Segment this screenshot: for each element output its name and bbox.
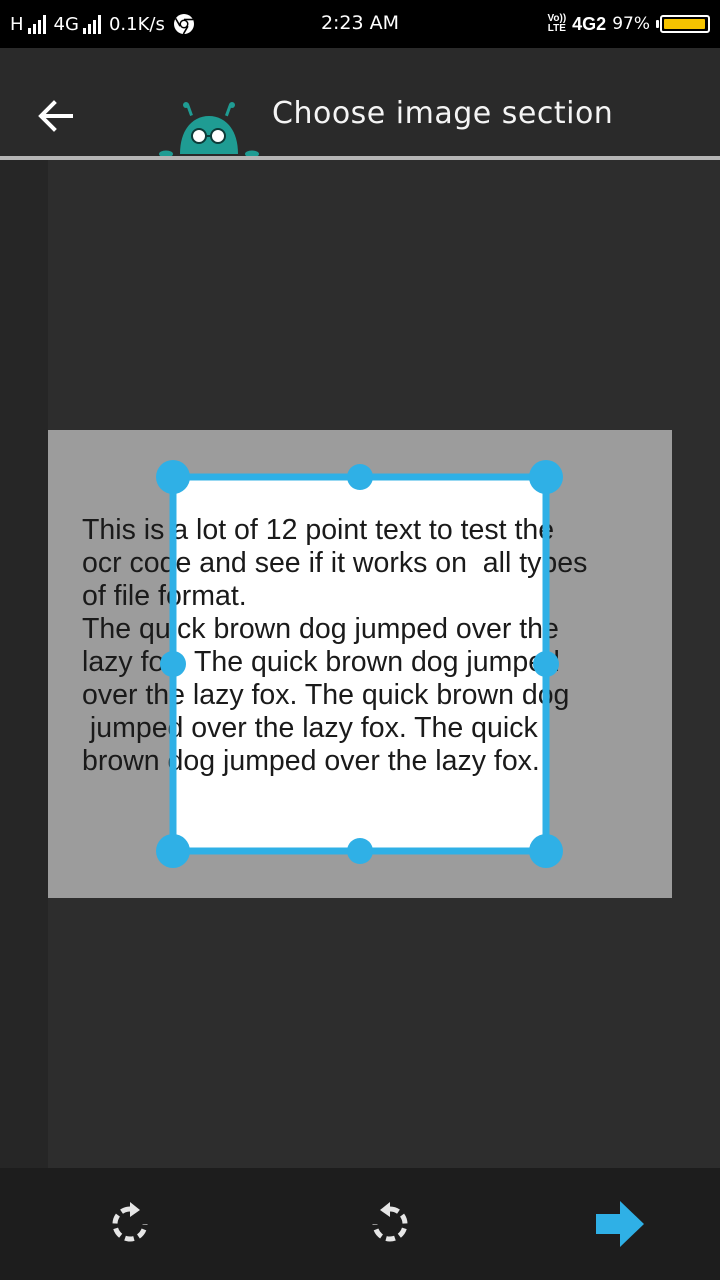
left-margin <box>0 160 48 1168</box>
crop-handle-bottom[interactable] <box>347 838 373 864</box>
status-bar: H 4G 0.1K/s 2:23 AM Vo)) LTE 4G2 97% <box>0 0 720 48</box>
status-right: Vo)) LTE 4G2 97% <box>547 11 710 37</box>
crop-handle-bottom-right[interactable] <box>529 834 563 868</box>
volte-bottom: LTE <box>547 23 566 34</box>
app-bar: Choose image section <box>0 48 720 158</box>
battery-icon <box>656 15 710 33</box>
document-image[interactable]: This is a lot of 12 point text to test t… <box>48 430 672 898</box>
crop-handle-top[interactable] <box>347 464 373 490</box>
battery-level <box>664 19 705 29</box>
battery-percent: 97% <box>612 14 650 34</box>
crop-handle-right[interactable] <box>533 651 559 677</box>
volte-indicator: Vo)) LTE <box>547 14 566 34</box>
rotate-left-button[interactable] <box>358 1192 422 1256</box>
arrow-right-icon <box>596 1201 644 1247</box>
next-button[interactable] <box>588 1192 652 1256</box>
crop-handle-bottom-left[interactable] <box>156 834 190 868</box>
bottom-toolbar <box>0 1168 720 1280</box>
network-type-right: 4G2 <box>572 13 607 34</box>
crop-handle-top-right[interactable] <box>529 460 563 494</box>
rotate-clockwise-icon <box>112 1202 148 1242</box>
page-title: Choose image section <box>272 96 614 131</box>
arrow-left-icon <box>38 100 73 132</box>
crop-handle-top-left[interactable] <box>156 460 190 494</box>
back-button[interactable] <box>26 86 86 146</box>
crop-handle-left[interactable] <box>160 651 186 677</box>
rotate-counterclockwise-icon <box>372 1202 408 1242</box>
rotate-right-button[interactable] <box>98 1192 162 1256</box>
robot-mascot-icon <box>158 102 260 162</box>
